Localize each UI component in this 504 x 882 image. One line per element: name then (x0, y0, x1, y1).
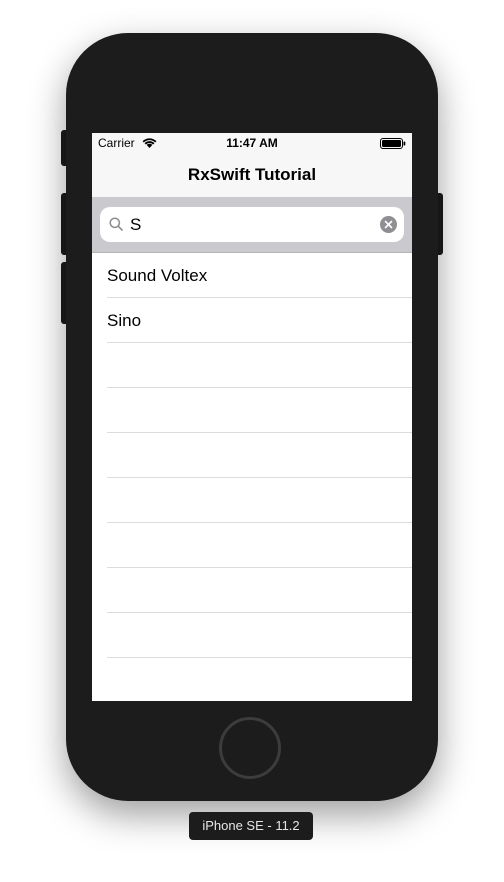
results-table: Sound Voltex Sino (92, 253, 412, 658)
simulator-device-label: iPhone SE - 11.2 (189, 812, 313, 840)
search-icon (109, 217, 123, 231)
search-text[interactable]: S (130, 215, 141, 235)
nav-title: RxSwift Tutorial (187, 165, 317, 184)
table-row[interactable] (107, 478, 412, 523)
clear-text-icon[interactable] (380, 216, 397, 233)
table-row[interactable] (107, 388, 412, 433)
battery-icon (380, 138, 406, 149)
table-row[interactable]: Sound Voltex (107, 253, 412, 298)
row-label: Sino (107, 311, 142, 330)
screen: Carrier 11:47 AM RxSwift Tutorial S Soun… (92, 133, 412, 701)
clock: 11:47 AM (226, 136, 278, 150)
table-row[interactable] (107, 343, 412, 388)
table-row[interactable] (107, 568, 412, 613)
table-row[interactable]: Sino (107, 298, 412, 343)
search-bar: S (92, 197, 412, 253)
navigation-bar: Carrier 11:47 AM RxSwift Tutorial (92, 133, 412, 197)
table-row[interactable] (107, 433, 412, 478)
table-row[interactable] (107, 523, 412, 568)
table-row[interactable] (107, 613, 412, 658)
search-input[interactable]: S (100, 207, 404, 242)
home-button[interactable] (219, 717, 281, 779)
status-bar: Carrier 11:47 AM (92, 133, 412, 153)
row-label: Sound Voltex (107, 266, 208, 285)
